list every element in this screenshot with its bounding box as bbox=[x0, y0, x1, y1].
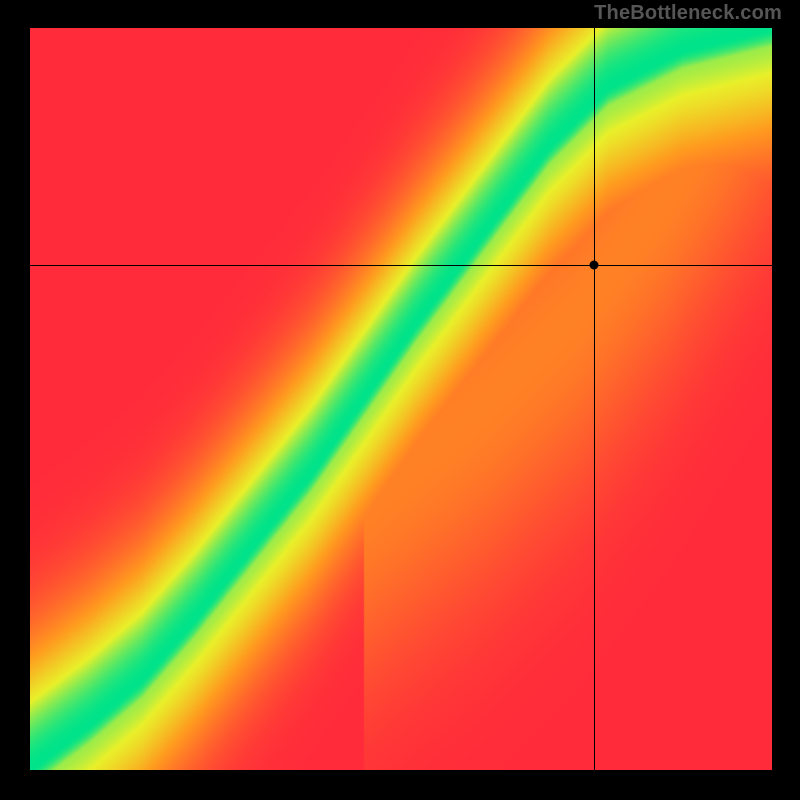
watermark-text: TheBottleneck.com bbox=[594, 2, 782, 25]
heatmap-plot bbox=[30, 28, 772, 770]
chart-frame: TheBottleneck.com bbox=[0, 0, 800, 800]
crosshair-vertical bbox=[594, 28, 595, 770]
selection-marker bbox=[589, 261, 598, 270]
crosshair-horizontal bbox=[30, 265, 772, 266]
heatmap-canvas bbox=[30, 28, 772, 770]
